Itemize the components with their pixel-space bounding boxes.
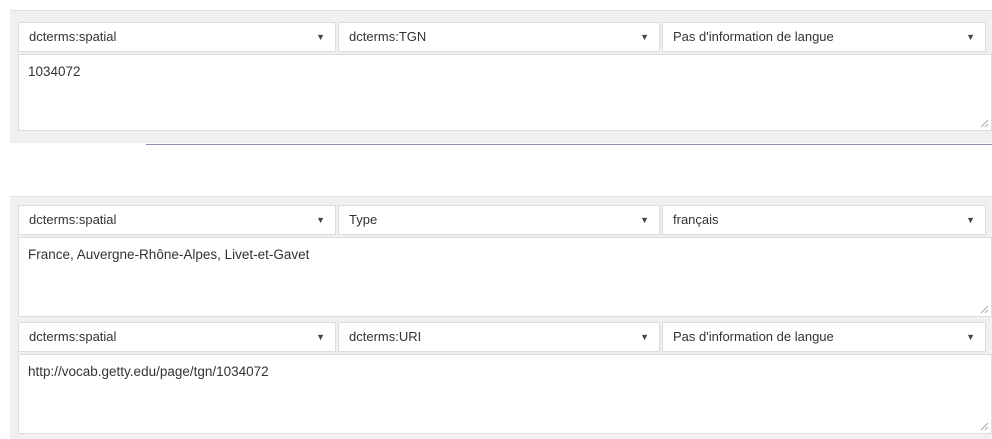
caret-down-icon: ▼ <box>640 32 649 42</box>
property-select[interactable]: dcterms:spatial ▼ <box>18 22 336 52</box>
metadata-panel-bottom: dcterms:spatial ▼ Type ▼ français ▼ Fran… <box>10 196 992 439</box>
value-textarea[interactable]: 1034072 <box>18 54 992 131</box>
type-select-value: dcterms:URI <box>349 329 422 344</box>
caret-down-icon: ▼ <box>316 215 325 225</box>
language-select[interactable]: Pas d'information de langue ▼ <box>662 22 986 52</box>
section-underline <box>146 144 992 145</box>
metadata-entry: dcterms:spatial ▼ dcterms:TGN ▼ Pas d'in… <box>18 22 992 131</box>
type-select-value: Type <box>349 212 378 227</box>
caret-down-icon: ▼ <box>640 215 649 225</box>
type-select-value: dcterms:TGN <box>349 29 427 44</box>
property-select[interactable]: dcterms:spatial ▼ <box>18 322 336 352</box>
language-select-value: français <box>673 212 719 227</box>
property-select-value: dcterms:spatial <box>29 329 117 344</box>
language-select-value: Pas d'information de langue <box>673 29 834 44</box>
resize-grip-icon[interactable] <box>979 118 989 128</box>
caret-down-icon: ▼ <box>966 332 975 342</box>
caret-down-icon: ▼ <box>316 32 325 42</box>
caret-down-icon: ▼ <box>966 215 975 225</box>
caret-down-icon: ▼ <box>316 332 325 342</box>
metadata-panel-top: dcterms:spatial ▼ dcterms:TGN ▼ Pas d'in… <box>10 10 992 143</box>
entry-selectors: dcterms:spatial ▼ dcterms:URI ▼ Pas d'in… <box>18 322 992 352</box>
language-select[interactable]: Pas d'information de langue ▼ <box>662 322 986 352</box>
resize-grip-icon[interactable] <box>979 304 989 314</box>
caret-down-icon: ▼ <box>966 32 975 42</box>
property-select[interactable]: dcterms:spatial ▼ <box>18 205 336 235</box>
entry-selectors: dcterms:spatial ▼ Type ▼ français ▼ <box>18 205 992 235</box>
resize-grip-icon[interactable] <box>979 421 989 431</box>
caret-down-icon: ▼ <box>640 332 649 342</box>
entry-selectors: dcterms:spatial ▼ dcterms:TGN ▼ Pas d'in… <box>18 22 992 52</box>
language-select[interactable]: français ▼ <box>662 205 986 235</box>
value-text: 1034072 <box>28 64 81 79</box>
metadata-entry: dcterms:spatial ▼ dcterms:URI ▼ Pas d'in… <box>18 322 992 434</box>
value-textarea[interactable]: France, Auvergne-Rhône-Alpes, Livet-et-G… <box>18 237 992 317</box>
property-select-value: dcterms:spatial <box>29 212 117 227</box>
value-text: http://vocab.getty.edu/page/tgn/1034072 <box>28 364 269 379</box>
type-select[interactable]: dcterms:URI ▼ <box>338 322 660 352</box>
language-select-value: Pas d'information de langue <box>673 329 834 344</box>
value-textarea[interactable]: http://vocab.getty.edu/page/tgn/1034072 <box>18 354 992 434</box>
type-select[interactable]: dcterms:TGN ▼ <box>338 22 660 52</box>
metadata-entry: dcterms:spatial ▼ Type ▼ français ▼ Fran… <box>18 205 992 317</box>
type-select[interactable]: Type ▼ <box>338 205 660 235</box>
value-text: France, Auvergne-Rhône-Alpes, Livet-et-G… <box>28 247 310 262</box>
property-select-value: dcterms:spatial <box>29 29 117 44</box>
